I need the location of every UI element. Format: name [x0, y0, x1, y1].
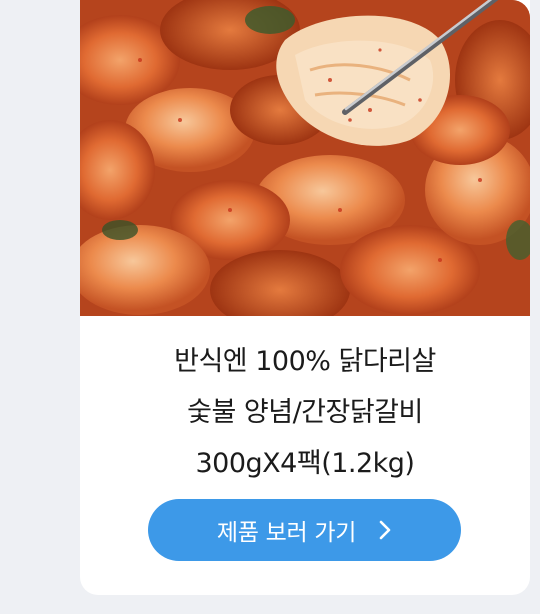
product-title: 반식엔 100% 닭다리살 숯불 양념/간장닭갈비 300gX4팩(1.2kg) — [80, 336, 530, 489]
product-card[interactable]: 반식엔 100% 닭다리살 숯불 양념/간장닭갈비 300gX4팩(1.2kg)… — [80, 0, 530, 595]
product-title-line-3: 300gX4팩(1.2kg) — [195, 448, 415, 479]
view-product-button-label: 제품 보러 가기 — [216, 520, 357, 546]
view-product-button[interactable]: 제품 보러 가기 — [148, 499, 461, 561]
product-image[interactable] — [80, 0, 530, 316]
product-title-line-2: 숯불 양념/간장닭갈비 — [187, 397, 423, 428]
chevron-right-icon — [378, 519, 392, 541]
product-title-line-1: 반식엔 100% 닭다리살 — [174, 346, 436, 377]
